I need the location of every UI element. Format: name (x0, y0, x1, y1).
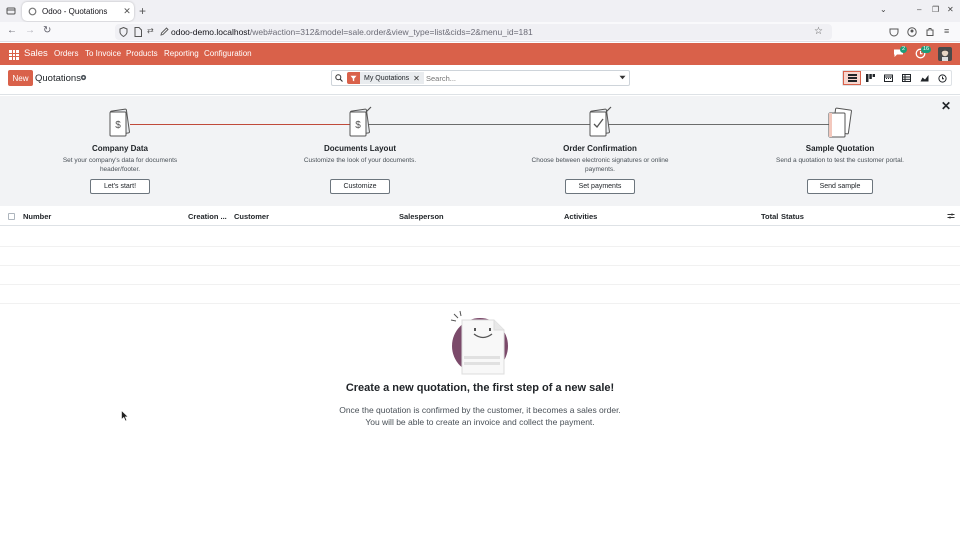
activity-view-icon[interactable] (933, 71, 951, 85)
customize-button[interactable]: Customize (330, 179, 390, 194)
list-view-icon[interactable] (843, 71, 861, 85)
browser-tab[interactable]: Odoo - Quotations ✕ (22, 2, 134, 21)
permissions-icon[interactable]: ⇄ (147, 26, 154, 35)
view-switcher (842, 70, 952, 86)
menu-products[interactable]: Products (126, 49, 158, 58)
forward-icon[interactable]: → (25, 25, 35, 36)
new-button[interactable]: New (8, 70, 33, 86)
step-description: Send a quotation to test the customer po… (776, 157, 904, 164)
step-description: Choose between electronic signatures or … (531, 157, 669, 173)
empty-state-line: You will be able to create an invoice an… (365, 417, 595, 427)
set-payments-button[interactable]: Set payments (565, 179, 635, 194)
close-onboarding-icon[interactable]: ✕ (941, 99, 951, 113)
step-description: Customize the look of your documents. (303, 157, 417, 164)
tab-list-icon[interactable] (6, 6, 16, 16)
remove-facet-icon[interactable]: ✕ (413, 74, 420, 83)
menu-to-invoice[interactable]: To Invoice (85, 49, 121, 58)
list-header (0, 207, 960, 226)
row-divider (0, 265, 960, 266)
smiling-document-icon (448, 310, 512, 376)
step-title: Company Data (91, 144, 148, 153)
column-creation-date[interactable]: Creation ... (188, 212, 227, 221)
back-icon[interactable]: ← (7, 25, 17, 36)
search-facet[interactable]: My Quotations ✕ (347, 72, 424, 84)
extensions-icon[interactable] (925, 27, 935, 37)
account-icon[interactable] (907, 27, 917, 37)
svg-text:$: $ (115, 120, 121, 131)
minimize-icon[interactable]: ‒ (917, 5, 921, 14)
graph-view-icon[interactable] (915, 71, 933, 85)
page-icon[interactable] (134, 27, 142, 37)
breadcrumb: Quotations (35, 73, 81, 84)
filter-icon (347, 72, 360, 84)
menu-reporting[interactable]: Reporting (164, 49, 199, 58)
column-number[interactable]: Number (23, 212, 51, 221)
row-divider (0, 284, 960, 285)
column-total[interactable]: Total (761, 212, 778, 221)
user-avatar[interactable] (938, 47, 952, 61)
browser-tab-title: Odoo - Quotations (42, 7, 108, 16)
signed-document-icon (586, 106, 614, 138)
menu-orders[interactable]: Orders (54, 49, 78, 58)
pocket-icon[interactable] (889, 27, 899, 37)
optional-columns-icon[interactable] (947, 212, 955, 220)
messages-badge: 2 (900, 46, 908, 53)
gear-icon[interactable] (80, 74, 87, 81)
row-divider (0, 246, 960, 247)
column-customer[interactable]: Customer (234, 212, 269, 221)
restore-icon[interactable]: ❐ (932, 5, 939, 14)
toggle-search-panel-icon[interactable] (619, 75, 626, 80)
bookmark-star-icon[interactable]: ☆ (814, 26, 823, 37)
facet-label: My Quotations (364, 74, 410, 82)
sample-quotation-icon (826, 106, 854, 138)
search-icon[interactable] (335, 74, 343, 82)
app-name[interactable]: Sales (24, 48, 48, 59)
close-tab-icon[interactable]: ✕ (120, 6, 134, 17)
send-sample-button[interactable]: Send sample (807, 179, 873, 194)
step-description: Set your company's data for documents he… (62, 157, 178, 173)
onboarding-progress-active (130, 124, 360, 125)
activities-badge: 16 (921, 46, 932, 53)
odoo-favicon-icon (28, 7, 37, 16)
new-tab-button[interactable]: + (139, 4, 146, 18)
empty-state-line: Once the quotation is confirmed by the c… (339, 405, 621, 415)
document-layout-icon: $ (346, 106, 374, 138)
company-document-icon: $ (106, 106, 134, 138)
mouse-cursor-icon (121, 410, 129, 422)
select-all-checkbox[interactable] (8, 213, 15, 220)
url-host: odoo-demo.localhost (171, 27, 250, 37)
url-path: /web#action=312&model=sale.order&view_ty… (249, 27, 533, 37)
url-text[interactable]: odoo-demo.localhost/web#action=312&model… (171, 27, 533, 37)
list-all-tabs-icon[interactable]: ⌄ (880, 5, 887, 14)
shield-icon[interactable] (119, 27, 128, 37)
pivot-view-icon[interactable] (897, 71, 915, 85)
apps-menu-icon[interactable] (9, 50, 19, 60)
kanban-view-icon[interactable] (861, 71, 879, 85)
edit-icon[interactable] (160, 27, 169, 36)
search-input[interactable] (426, 74, 606, 83)
svg-text:$: $ (355, 120, 361, 131)
column-salesperson[interactable]: Salesperson (399, 212, 444, 221)
step-title: Documents Layout (323, 144, 396, 153)
close-window-icon[interactable]: ✕ (947, 5, 954, 14)
column-status[interactable]: Status (781, 212, 804, 221)
step-title: Order Confirmation (563, 144, 637, 153)
reload-icon[interactable]: ↻ (43, 25, 51, 36)
app-menu-icon[interactable]: ≡ (944, 26, 949, 36)
lets-start-button[interactable]: Let's start! (90, 179, 150, 194)
empty-state-title: Create a new quotation, the first step o… (345, 382, 615, 394)
step-title: Sample Quotation (805, 144, 875, 153)
calendar-view-icon[interactable] (879, 71, 897, 85)
menu-configuration[interactable]: Configuration (204, 49, 252, 58)
column-activities[interactable]: Activities (564, 212, 597, 221)
row-divider (0, 303, 960, 304)
